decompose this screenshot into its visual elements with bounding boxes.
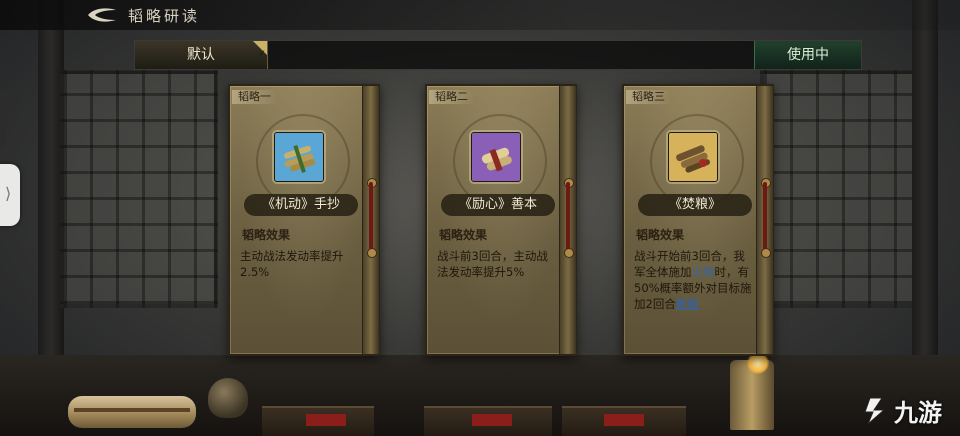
page-title: 韬略研读 — [128, 7, 201, 25]
card-title: 《机动》手抄 — [244, 194, 358, 216]
tab-default[interactable]: 默认 — [135, 40, 268, 69]
side-panel-edge — [0, 90, 6, 146]
card-tag: 韬略一 — [232, 90, 277, 104]
scroll-roll-decor — [68, 396, 196, 428]
pillar — [912, 0, 938, 436]
card-side-rail — [559, 86, 576, 354]
incense-burner-decor — [208, 378, 248, 418]
strategy-card-2[interactable]: 韬略二 《励心》善本 韬略效果 战斗前3回合，主动战法发动率提升5% — [425, 84, 577, 356]
card-title: 《励心》善本 — [441, 194, 555, 216]
book-decor — [424, 406, 552, 436]
card-tag: 韬略三 — [626, 90, 671, 104]
in-use-label: 使用中 — [787, 47, 829, 63]
back-arrow-icon[interactable] — [86, 6, 118, 24]
effect-heading: 韬略效果 — [439, 228, 488, 242]
scroll-bundle-gold-icon — [668, 132, 718, 182]
check-icon — [253, 40, 267, 68]
chevron-right-icon: ⟩ — [5, 184, 12, 203]
table-top — [0, 355, 960, 436]
tab-default-label: 默认 — [187, 47, 215, 63]
scroll-bundle-purple-icon — [471, 132, 521, 182]
effect-heading: 韬略效果 — [242, 228, 291, 242]
effect-heading: 韬略效果 — [636, 228, 685, 242]
book-decor — [262, 406, 374, 436]
effect-description: 战斗开始前3回合，我军全体施加火攻时，有50%概率额外对目标施加2回合断粮 — [634, 248, 752, 312]
card-side-rail — [362, 86, 379, 354]
watermark: 九游 — [860, 393, 942, 428]
book-decor — [562, 406, 686, 436]
top-bar: 韬略研读 — [0, 0, 960, 30]
effect-description: 战斗前3回合，主动战法发动率提升5% — [437, 249, 548, 279]
side-drawer-handle[interactable]: ⟩ — [0, 164, 20, 226]
strategy-card-3[interactable]: 韬略三 《焚粮》 韬略效果 战斗开始前3回合，我军全体施加火攻时，有50%概率额… — [622, 84, 774, 356]
card-side-rail — [756, 86, 773, 354]
in-use-button[interactable]: 使用中 — [754, 41, 861, 69]
candle-holder-decor — [730, 360, 774, 430]
pillar — [38, 0, 64, 436]
effect-description: 主动战法发动率提升2.5% — [240, 249, 344, 279]
card-title: 《焚粮》 — [638, 194, 752, 216]
watermark-logo-icon — [864, 397, 886, 424]
loadout-tab-bar: 默认 使用中 — [134, 40, 862, 70]
keyword-link-fire-attack[interactable]: 火攻 — [692, 265, 715, 279]
scroll-bundle-blue-icon — [274, 132, 324, 182]
watermark-text: 九游 — [894, 399, 942, 427]
keyword-link-supply-cut[interactable]: 断粮 — [676, 297, 699, 311]
window-lattice — [60, 70, 218, 308]
window-lattice — [760, 70, 918, 308]
strategy-card-1[interactable]: 韬略一 《机动》手抄 韬略效果 主动战法发动率提升2.5% — [228, 84, 380, 356]
card-tag: 韬略二 — [429, 90, 474, 104]
